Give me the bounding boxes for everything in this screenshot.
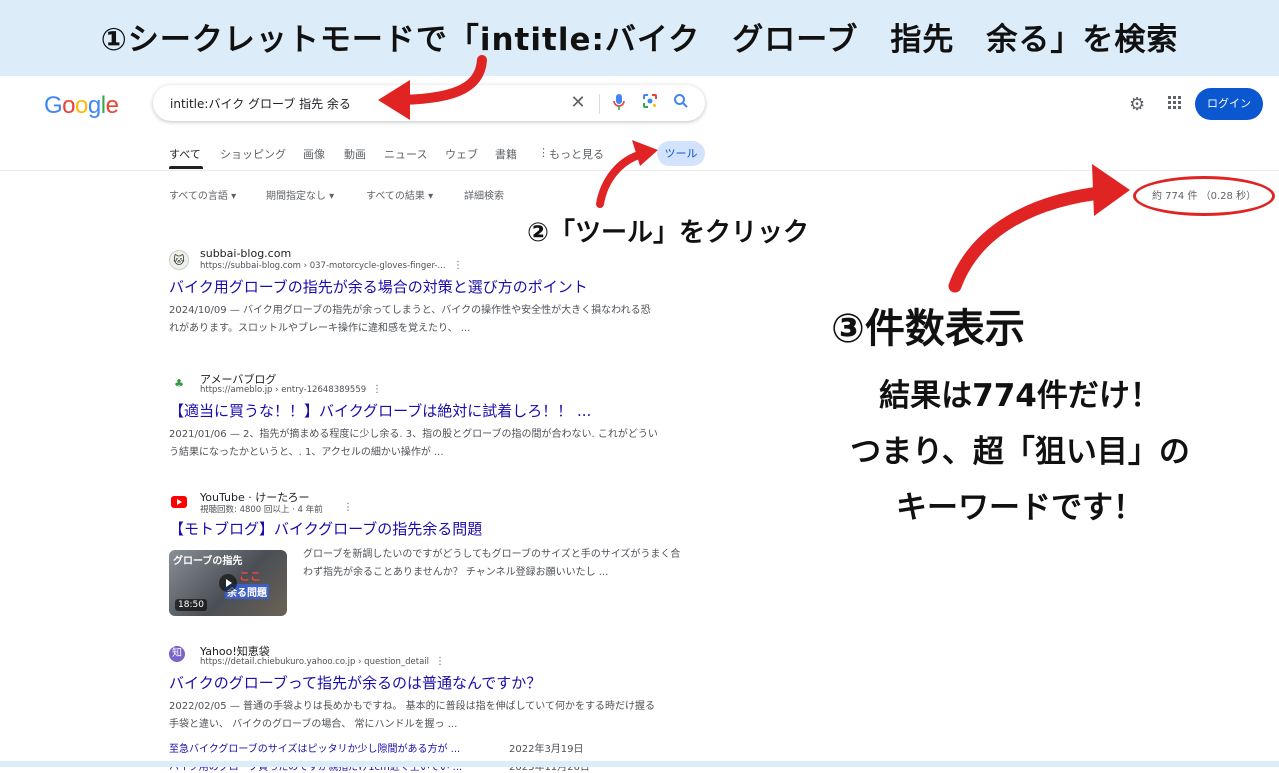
annotation-line: キーワードです！ <box>896 490 1144 526</box>
arrowhead <box>1092 164 1130 216</box>
arrow-to-stats <box>948 185 1115 293</box>
annotation-step2: ②「ツール」をクリック <box>527 218 810 248</box>
annotation-line: つまり、超「狙い目」の <box>850 434 1190 470</box>
arrow-to-tools <box>596 150 646 208</box>
annotation-body: 結果は774件だけ！ つまり、超「狙い目」の キーワードです！ <box>770 368 1270 536</box>
annotation-step3: ③件数表示 <box>831 306 1025 352</box>
bottom-strip <box>0 761 1279 767</box>
annotation-line: 結果は774件だけ！ <box>879 378 1161 414</box>
arrowhead <box>378 80 410 120</box>
